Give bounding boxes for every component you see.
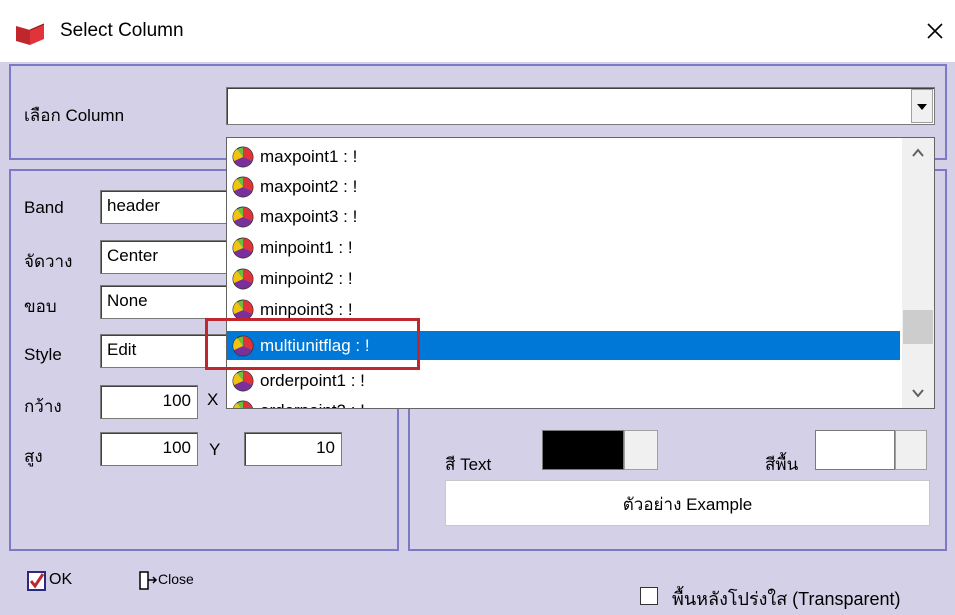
list-item[interactable]: orderpoint2 : ! [227,396,900,408]
list-item-label: minpoint1 : ! [260,238,353,257]
align-field[interactable]: Center [100,240,230,274]
color-wheel-icon [232,176,254,198]
border-label: ขอบ [24,297,57,316]
bg-color-swatch[interactable] [815,430,895,470]
list-item-label: maxpoint1 : ! [260,147,358,166]
text-color-swatch[interactable] [542,430,624,470]
color-wheel-icon [232,268,254,290]
height-label: สูง [24,447,43,466]
column-combobox[interactable] [226,87,935,125]
text-color-label: สี Text [445,455,492,474]
list-item[interactable]: maxpoint2 : ! [227,172,900,201]
dropdown-arrow-button[interactable] [911,89,933,123]
title-bar: Select Column [0,0,955,62]
list-item[interactable]: minpoint1 : ! [227,233,900,262]
ok-label: OK [49,571,73,588]
list-item-label: orderpoint1 : ! [260,371,365,390]
y-label: Y [209,440,221,459]
preview-text: ตัวอย่าง Example [622,495,753,514]
list-item[interactable]: orderpoint1 : ! [227,366,900,395]
scroll-thumb[interactable] [903,310,933,344]
preview-box: ตัวอย่าง Example [445,480,930,526]
width-field[interactable]: 100 [100,385,198,419]
scroll-down-icon[interactable] [902,378,934,408]
height-field[interactable]: 100 [100,432,198,466]
list-item[interactable]: minpoint2 : ! [227,264,900,293]
book-icon [16,23,45,45]
x-label: X [207,390,219,409]
select-column-label: เลือก Column [24,106,125,125]
color-wheel-icon [232,206,254,228]
bg-color-picker-button[interactable] [895,430,927,470]
list-item-label: maxpoint2 : ! [260,177,358,196]
band-field[interactable]: header [100,190,230,224]
highlight-annotation [205,318,420,370]
color-wheel-icon [232,237,254,259]
exit-door-icon [139,571,158,590]
width-label: กว้าง [24,397,62,416]
style-label: Style [24,345,62,364]
transparent-checkbox[interactable] [640,587,658,605]
color-wheel-icon [232,146,254,168]
close-icon[interactable] [922,18,948,44]
color-wheel-icon [232,370,254,392]
list-item[interactable]: maxpoint3 : ! [227,202,900,231]
transparent-label: พื้นหลังโปร่งใส (Transparent) [672,589,901,609]
color-wheel-icon [232,400,254,408]
text-color-picker-button[interactable] [624,430,658,470]
dropdown-scrollbar[interactable] [902,138,934,408]
list-item-label: orderpoint2 : ! [260,401,365,408]
band-label: Band [24,198,64,217]
border-field[interactable]: None [100,285,230,319]
list-item-label: maxpoint3 : ! [260,207,358,226]
checkmark-doc-icon [27,571,46,591]
scroll-up-icon[interactable] [902,138,934,168]
close-label: Close [158,571,194,587]
align-label: จัดวาง [24,252,73,271]
list-item-label: minpoint3 : ! [260,300,353,319]
bg-color-label: สีพื้น [765,455,799,474]
window-title: Select Column [60,20,184,41]
list-item[interactable]: maxpoint1 : ! [227,142,900,171]
list-item-label: minpoint2 : ! [260,269,353,288]
y-field[interactable]: 10 [244,432,342,466]
